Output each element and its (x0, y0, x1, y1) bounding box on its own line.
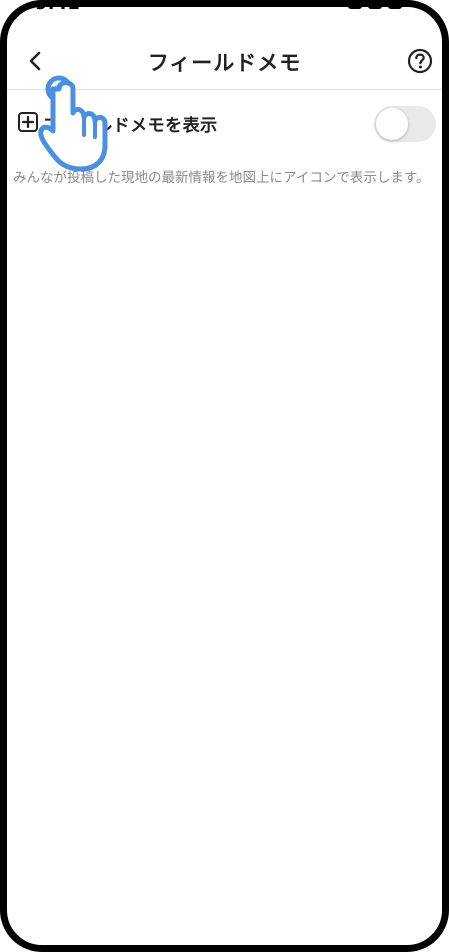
help-button[interactable] (406, 47, 434, 75)
show-field-memo-row: フィールドメモを表示 (7, 97, 442, 147)
signal-icon (348, 7, 362, 9)
header: フィールドメモ (7, 33, 442, 90)
status-icons (348, 7, 402, 9)
setting-description: みんなが投稿した現地の最新情報を地図上にアイコンで表示します。 (13, 170, 430, 186)
wifi-icon (368, 7, 382, 9)
toggle-knob (376, 108, 408, 140)
plus-square-icon (18, 112, 38, 132)
question-circle-icon (407, 48, 433, 74)
phone-frame: 9:41 フィールドメモ フィールドメモを表示 みんなが投稿した現地の最新情報を… (0, 0, 449, 952)
show-field-memo-toggle[interactable] (374, 106, 436, 142)
setting-label: フィールドメモを表示 (43, 116, 218, 136)
battery-icon (388, 7, 402, 9)
status-time: 9:41 (35, 0, 80, 14)
status-bar: 9:41 (7, 0, 442, 19)
page-title: フィールドメモ (147, 51, 302, 75)
